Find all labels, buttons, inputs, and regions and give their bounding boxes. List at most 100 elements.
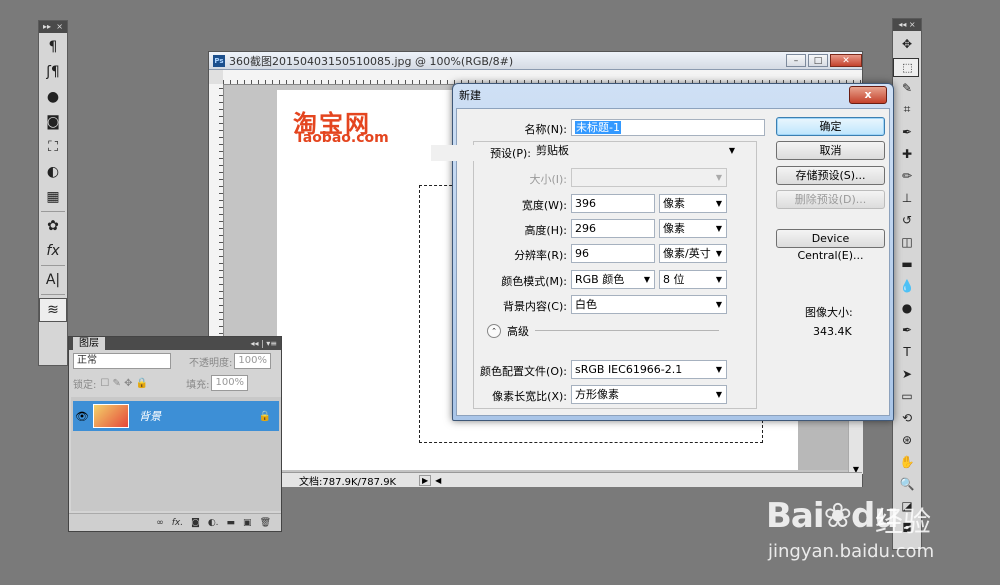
layers-panel-header[interactable]: 图层 ◂◂ | ▾≡ — [69, 337, 281, 350]
delete-preset-button: 删除预设(D)... — [776, 190, 885, 209]
delete-layer-icon[interactable]: 🗑 — [260, 518, 271, 528]
blend-row: 正常 不透明度: 100% — [69, 350, 281, 372]
chevron-down-icon: ▼ — [715, 300, 722, 309]
dialog-close-button[interactable]: x — [849, 86, 887, 104]
cancel-button[interactable]: 取消 — [776, 141, 885, 160]
name-field[interactable]: 未标题-1 — [571, 119, 765, 136]
fx-icon[interactable]: fx — [40, 240, 66, 262]
dodge-tool-icon[interactable]: ● — [894, 298, 920, 317]
status-menu-arrow[interactable]: ▶ — [419, 474, 432, 486]
add-mask-icon[interactable]: ◙ — [191, 518, 200, 528]
eyedropper-icon[interactable]: ✒ — [894, 122, 920, 141]
palette-icon[interactable]: ✿ — [40, 215, 66, 237]
opacity-field[interactable]: 100% — [234, 353, 271, 369]
grid-icon[interactable]: ▦ — [40, 186, 66, 208]
watermark-cn: 经验 — [875, 505, 932, 538]
resolution-label: 分辨率(R): — [514, 249, 567, 262]
text-tool-icon[interactable]: A| — [40, 269, 66, 291]
chevron-down-icon: ▼ — [715, 275, 722, 284]
eraser-icon[interactable]: ◫ — [894, 232, 920, 251]
resolution-field[interactable]: 96 — [571, 244, 655, 263]
quick-select-icon[interactable]: ✎ — [894, 78, 920, 97]
width-unit-value: 像素 — [663, 197, 685, 210]
visibility-eye-icon[interactable]: 👁 — [73, 410, 91, 423]
layers-tab[interactable]: 图层 — [73, 337, 105, 350]
new-group-icon[interactable]: ▬ — [227, 518, 236, 528]
save-preset-button[interactable]: 存储预设(S)... — [776, 166, 885, 185]
character-style-icon[interactable]: ʃ¶ — [40, 61, 66, 83]
blur-tool-icon[interactable]: 💧 — [894, 276, 920, 295]
document-titlebar[interactable]: Ps 360截图20150403150510085.jpg @ 100%(RGB… — [209, 52, 862, 70]
bg-contents-value: 白色 — [575, 298, 597, 311]
bg-contents-select[interactable]: 白色 ▼ — [571, 295, 727, 314]
color-mode-select[interactable]: RGB 颜色 ▼ — [571, 270, 655, 289]
size-label: 大小(I): — [529, 173, 567, 186]
hscroll-left-arrow[interactable]: ◀ — [435, 476, 441, 485]
color-profile-select[interactable]: sRGB IEC61966-2.1 ▼ — [571, 360, 727, 379]
width-field[interactable]: 396 — [571, 194, 655, 213]
layers-icon[interactable]: ≋ — [39, 298, 67, 322]
pixel-aspect-value: 方形像素 — [575, 388, 619, 401]
chevron-down-icon: ▼ — [728, 146, 735, 155]
chevron-up-icon[interactable]: ⌃ — [487, 324, 501, 338]
color-profile-value: sRGB IEC61966-2.1 — [575, 363, 683, 376]
gradient-tool-icon[interactable]: ▬ — [894, 254, 920, 273]
adjustment-icon[interactable]: ◐ — [40, 161, 66, 183]
tools-header[interactable]: ◂◂ × — [893, 19, 921, 31]
bit-depth-value: 8 位 — [663, 273, 685, 286]
type-tool-icon[interactable]: T — [894, 342, 920, 361]
preset-label: 预设(P): — [431, 145, 531, 161]
doc-size-status: 文档:787.9K/787.9K — [299, 476, 397, 488]
dialog-title: 新建 — [459, 89, 481, 102]
blend-mode-select[interactable]: 正常 — [73, 353, 171, 369]
strip-header[interactable]: ▸▸ × — [39, 21, 67, 33]
healing-brush-icon[interactable]: ✚ — [894, 144, 920, 163]
minimize-button[interactable]: – — [786, 54, 806, 67]
mask-icon[interactable]: ◙ — [40, 111, 66, 133]
transform-icon[interactable]: ⛶ — [40, 136, 66, 158]
pen-tool-icon[interactable]: ✒ — [894, 320, 920, 339]
new-layer-icon[interactable]: ▣ — [243, 518, 252, 528]
panel-menu-icon[interactable]: ◂◂ | ▾≡ — [250, 339, 277, 348]
layer-row-background[interactable]: 👁 背景 🔒 — [73, 401, 279, 431]
watermark-url: jingyan.baidu.com — [768, 541, 935, 562]
pixel-aspect-select[interactable]: 方形像素 ▼ — [571, 385, 727, 404]
3d-sphere-icon[interactable]: ● — [40, 86, 66, 108]
hand-tool-icon[interactable]: ✋ — [894, 452, 920, 471]
adjustment-layer-icon[interactable]: ◐. — [208, 518, 219, 528]
bg-contents-label: 背景内容(C): — [503, 300, 567, 313]
preset-select[interactable]: 剪贴板 ▼ — [533, 142, 739, 161]
color-mode-value: RGB 颜色 — [575, 273, 625, 286]
device-central-button[interactable]: Device Central(E)... — [776, 229, 885, 262]
status-bar: 文档:787.9K/787.9K ▶ ◀ — [209, 472, 862, 488]
height-unit-select[interactable]: 像素 ▼ — [659, 219, 727, 238]
close-button[interactable]: ✕ — [830, 54, 862, 67]
marquee-tool-icon[interactable]: ⬚ — [893, 58, 919, 77]
path-select-icon[interactable]: ➤ — [894, 364, 920, 383]
3d-orbit-icon[interactable]: ⊛ — [894, 430, 920, 449]
lock-icons[interactable]: ☐ ✎ ✥ 🔒 — [100, 378, 148, 389]
color-profile-label: 颜色配置文件(O): — [480, 365, 567, 378]
width-label: 宽度(W): — [521, 199, 567, 212]
chevron-down-icon: ▼ — [715, 390, 722, 399]
fx-layer-icon[interactable]: fx. — [172, 518, 183, 528]
link-layers-icon[interactable]: ∞ — [156, 518, 164, 528]
advanced-toggle[interactable]: ⌃ 高级 — [487, 323, 529, 339]
crop-tool-icon[interactable]: ⌗ — [894, 100, 920, 119]
shape-tool-icon[interactable]: ▭ — [894, 386, 920, 405]
3d-rotate-icon[interactable]: ⟲ — [894, 408, 920, 427]
resolution-unit-select[interactable]: 像素/英寸 ▼ — [659, 244, 727, 263]
brush-tool-icon[interactable]: ✏ — [894, 166, 920, 185]
paragraph-icon[interactable]: ¶ — [40, 36, 66, 58]
fill-field[interactable]: 100% — [211, 375, 249, 391]
restore-button[interactable]: □ — [808, 54, 828, 67]
width-unit-select[interactable]: 像素 ▼ — [659, 194, 727, 213]
bit-depth-select[interactable]: 8 位 ▼ — [659, 270, 727, 289]
dialog-titlebar[interactable]: 新建 — [453, 84, 893, 106]
clone-stamp-icon[interactable]: ⊥ — [894, 188, 920, 207]
zoom-tool-icon[interactable]: 🔍 — [894, 474, 920, 493]
move-tool-icon[interactable]: ✥ — [894, 34, 920, 53]
ok-button[interactable]: 确定 — [776, 117, 885, 136]
history-brush-icon[interactable]: ↺ — [894, 210, 920, 229]
height-field[interactable]: 296 — [571, 219, 655, 238]
